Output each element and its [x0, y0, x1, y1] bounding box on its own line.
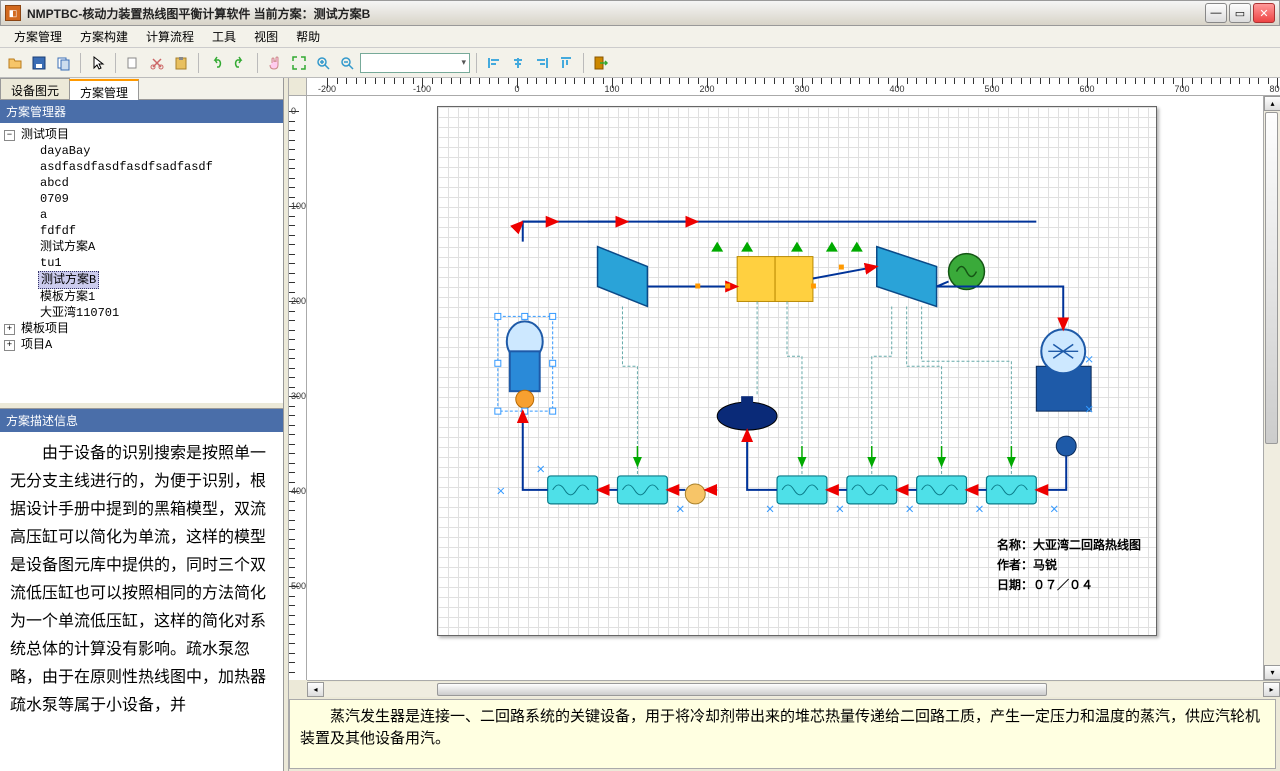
tab-strip: 设备图元 方案管理: [0, 78, 283, 100]
toolbar: ▾: [0, 48, 1280, 78]
save-icon[interactable]: [28, 52, 50, 74]
redo-icon[interactable]: [229, 52, 251, 74]
info-author-label: 作者：: [997, 558, 1033, 572]
status-info: 蒸汽发生器是连接一、二回路系统的关键设备，用于将冷却剂带出来的堆芯热量传递给二回…: [289, 699, 1276, 769]
scheme-description: 由于设备的识别搜索是按照单一无分支主线进行的，为便于识别，根据设计手册中提到的黑…: [0, 432, 283, 771]
cut-icon[interactable]: [122, 52, 144, 74]
undo-icon[interactable]: [205, 52, 227, 74]
menu-calc-flow[interactable]: 计算流程: [138, 26, 202, 47]
window-title: NMPTBC-核动力装置热线图平衡计算软件 当前方案：测试方案B: [27, 5, 1205, 22]
tree-sibling-label[interactable]: 模板项目: [19, 321, 71, 337]
fit-icon[interactable]: [288, 52, 310, 74]
tree-item-label[interactable]: dayaBay: [38, 143, 92, 159]
maximize-button[interactable]: ▭: [1229, 3, 1251, 23]
info-author: 马锐: [1033, 558, 1057, 572]
diagram-info: 名称：大亚湾二回路热线图 作者：马锐 日期：０７／０４: [997, 535, 1141, 595]
tree-item[interactable]: abcd: [24, 175, 279, 191]
app-icon: ◧: [5, 5, 21, 21]
tree-item-label[interactable]: a: [38, 207, 49, 223]
zoom-in-icon[interactable]: [312, 52, 334, 74]
align-left-icon[interactable]: [483, 52, 505, 74]
tree-item[interactable]: dayaBay: [24, 143, 279, 159]
titlebar: ◧ NMPTBC-核动力装置热线图平衡计算软件 当前方案：测试方案B — ▭ ✕: [0, 0, 1280, 26]
horizontal-scrollbar[interactable]: ◂ ▸: [307, 680, 1280, 697]
ruler-vertical: 0100200300400500: [289, 96, 307, 680]
tree-item[interactable]: 大亚湾110701: [24, 305, 279, 321]
tab-device-shapes[interactable]: 设备图元: [0, 78, 70, 99]
tree-item[interactable]: 测试方案B: [24, 271, 279, 289]
scheme-manager-header: 方案管理器: [0, 100, 283, 123]
tree-item-label[interactable]: fdfdf: [38, 223, 78, 239]
right-panel: -200-1000100200300400500600700800 010020…: [289, 78, 1280, 771]
tree-item-label[interactable]: 测试方案A: [38, 239, 97, 255]
tree-item[interactable]: a: [24, 207, 279, 223]
tree-item-label[interactable]: 0709: [38, 191, 71, 207]
scheme-desc-header: 方案描述信息: [0, 409, 283, 432]
scroll-down-icon[interactable]: ▾: [1264, 665, 1280, 680]
left-panel: 设备图元 方案管理 方案管理器 − 测试项目 dayaBayasdfasdfas…: [0, 78, 284, 771]
scroll-right-icon[interactable]: ▸: [1263, 682, 1280, 697]
tree-root-label[interactable]: 测试项目: [19, 127, 71, 143]
menu-help[interactable]: 帮助: [288, 26, 328, 47]
tree-item-label[interactable]: 大亚湾110701: [38, 305, 121, 321]
expand-icon[interactable]: +: [4, 324, 15, 335]
zoom-out-icon[interactable]: [336, 52, 358, 74]
exit-icon[interactable]: [590, 52, 612, 74]
scheme-tree[interactable]: − 测试项目 dayaBayasdfasdfasdfasdfsadfasdfab…: [0, 123, 283, 403]
vertical-scrollbar[interactable]: ▴ ▾: [1263, 96, 1280, 680]
open-icon[interactable]: [4, 52, 26, 74]
tree-sibling-label[interactable]: 项目A: [19, 337, 54, 353]
tree-item[interactable]: 0709: [24, 191, 279, 207]
tree-item-label[interactable]: abcd: [38, 175, 71, 191]
close-button[interactable]: ✕: [1253, 3, 1275, 23]
tree-root[interactable]: − 测试项目: [4, 127, 279, 143]
scissors-icon[interactable]: [146, 52, 168, 74]
info-date-label: 日期：: [997, 578, 1033, 592]
tree-item-label[interactable]: asdfasdfasdfasdfsadfasdf: [38, 159, 215, 175]
collapse-icon[interactable]: −: [4, 130, 15, 141]
drawing-page[interactable]: 名称：大亚湾二回路热线图 作者：马锐 日期：０７／０４: [437, 106, 1157, 636]
ruler-horizontal: -200-1000100200300400500600700800: [307, 78, 1280, 96]
menubar: 方案管理 方案构建 计算流程 工具 视图 帮助: [0, 26, 1280, 48]
copy-icon[interactable]: [52, 52, 74, 74]
align-right-icon[interactable]: [531, 52, 553, 74]
chevron-down-icon: ▾: [461, 57, 466, 68]
menu-scheme-build[interactable]: 方案构建: [72, 26, 136, 47]
menu-view[interactable]: 视图: [246, 26, 286, 47]
paste-icon[interactable]: [170, 52, 192, 74]
tab-scheme-manage[interactable]: 方案管理: [69, 79, 139, 100]
info-name: 大亚湾二回路热线图: [1033, 538, 1141, 552]
align-top-icon[interactable]: [555, 52, 577, 74]
tree-item[interactable]: 测试方案A: [24, 239, 279, 255]
tree-item-label[interactable]: 模板方案1: [38, 289, 97, 305]
hand-icon[interactable]: [264, 52, 286, 74]
minimize-button[interactable]: —: [1205, 3, 1227, 23]
info-name-label: 名称：: [997, 538, 1033, 552]
ruler-corner: [289, 78, 307, 96]
expand-icon[interactable]: +: [4, 340, 15, 351]
tree-item[interactable]: tu1: [24, 255, 279, 271]
canvas-area[interactable]: 名称：大亚湾二回路热线图 作者：马锐 日期：０７／０４: [307, 96, 1263, 680]
tree-sibling[interactable]: + 模板项目: [4, 321, 279, 337]
tree-item-label[interactable]: tu1: [38, 255, 64, 271]
align-center-icon[interactable]: [507, 52, 529, 74]
menu-scheme-manage[interactable]: 方案管理: [6, 26, 70, 47]
scroll-left-icon[interactable]: ◂: [307, 682, 324, 697]
tree-item[interactable]: asdfasdfasdfasdfsadfasdf: [24, 159, 279, 175]
pointer-icon[interactable]: [87, 52, 109, 74]
tree-sibling[interactable]: + 项目A: [4, 337, 279, 353]
tree-item-label[interactable]: 测试方案B: [38, 271, 99, 289]
info-date: ０７／０４: [1033, 578, 1093, 592]
zoom-combo[interactable]: ▾: [360, 53, 470, 73]
scroll-up-icon[interactable]: ▴: [1264, 96, 1280, 111]
tree-item[interactable]: 模板方案1: [24, 289, 279, 305]
menu-tools[interactable]: 工具: [204, 26, 244, 47]
tree-item[interactable]: fdfdf: [24, 223, 279, 239]
